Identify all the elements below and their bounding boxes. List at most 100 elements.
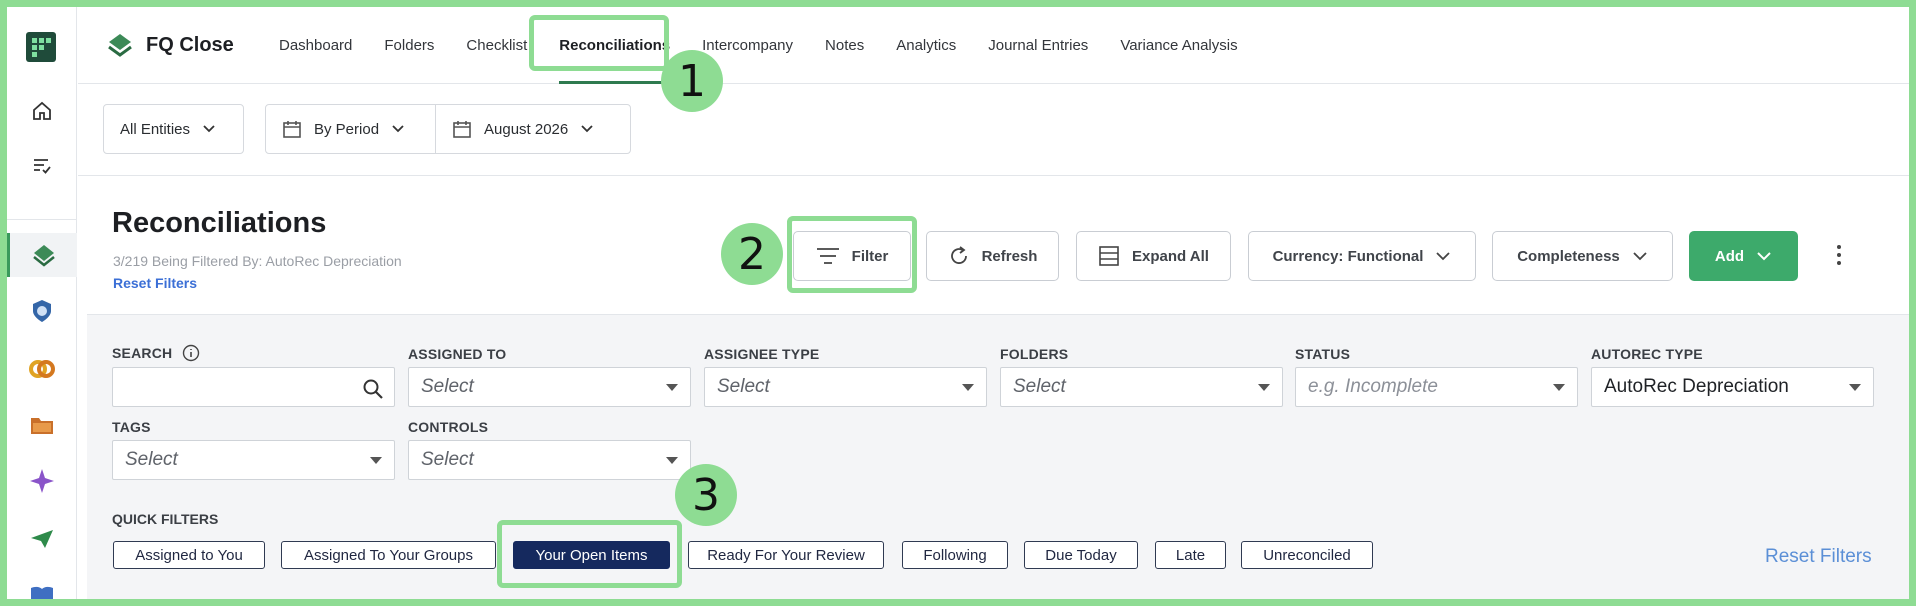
annotation-badge-1: 1 [661,50,723,112]
caret-down-icon [666,457,678,464]
search-icon[interactable] [362,378,384,400]
chevron-down-icon [581,125,593,133]
tab-journal-entries[interactable]: Journal Entries [972,7,1104,84]
annotation-highlight-reconciliations [529,15,669,71]
add-button[interactable]: Add [1689,231,1798,281]
chip-due-today[interactable]: Due Today [1024,541,1138,569]
status-select[interactable]: e.g. Incomplete [1295,367,1578,407]
chevron-down-icon [1757,252,1771,261]
autorec-type-label: AUTOREC TYPE [1591,346,1703,362]
rail-divider [7,219,77,220]
folder-icon[interactable] [7,403,77,447]
search-label: SEARCH [112,344,200,362]
annotation-badge-2: 2 [721,223,783,285]
book-icon[interactable] [7,573,77,606]
refresh-button[interactable]: Refresh [926,231,1059,281]
tags-label: TAGS [112,419,151,435]
tab-dashboard[interactable]: Dashboard [263,7,368,84]
caret-down-icon [1849,384,1861,391]
chevron-down-icon [1633,252,1647,261]
info-icon[interactable] [182,344,200,362]
expand-all-button[interactable]: Expand All [1076,231,1231,281]
completeness-dropdown[interactable]: Completeness [1492,231,1673,281]
more-options-icon[interactable] [1829,237,1849,273]
annotation-highlight-open-items [497,520,682,588]
expand-all-label: Expand All [1132,247,1209,265]
assignee-type-label: ASSIGNEE TYPE [704,346,820,362]
period-mode-label: By Period [314,120,380,138]
tab-analytics[interactable]: Analytics [880,7,972,84]
refresh-button-label: Refresh [981,247,1038,265]
annotation-badge-3: 3 [675,464,737,526]
shield-badge-icon[interactable] [7,289,77,333]
entities-dropdown[interactable]: All Entities [103,104,244,154]
reset-filters-link[interactable]: Reset Filters [113,275,197,291]
page-title: Reconciliations [112,207,327,239]
chip-assigned-to-you[interactable]: Assigned to You [113,541,265,569]
folders-label: FOLDERS [1000,346,1069,362]
brand-name: FQ Close [146,33,234,56]
chevron-down-icon [1436,252,1451,261]
tags-select[interactable]: Select [112,440,395,480]
tab-notes[interactable]: Notes [809,7,880,84]
reset-filters-button[interactable]: Reset Filters [1765,546,1872,568]
chip-unreconciled[interactable]: Unreconciled [1241,541,1373,569]
link-rings-icon[interactable] [7,347,77,391]
controls-label: CONTROLS [408,419,489,435]
paper-plane-icon[interactable] [7,517,77,561]
caret-down-icon [666,384,678,391]
assigned-to-label: ASSIGNED TO [408,346,507,362]
autorec-type-select[interactable]: AutoRec Depreciation [1591,367,1874,407]
assigned-to-select[interactable]: Select [408,367,691,407]
caret-down-icon [1553,384,1565,391]
page-header: Reconciliations 3/219 Being Filtered By:… [78,177,1909,314]
currency-dropdown-label: Currency: Functional [1272,247,1424,265]
assigned-to-placeholder: Select [421,376,474,397]
expand-rows-icon [1099,246,1119,266]
completeness-dropdown-label: Completeness [1517,247,1620,265]
close-module-icon[interactable] [7,233,77,277]
period-bar: All Entities By Period August 2026 [78,84,1909,176]
brand-logo-icon [108,34,132,57]
status-label: STATUS [1295,346,1351,362]
currency-dropdown[interactable]: Currency: Functional [1248,231,1476,281]
task-list-icon[interactable] [7,143,77,187]
filter-summary: 3/219 Being Filtered By: AutoRec Depreci… [113,253,402,269]
calendar-icon [283,121,301,138]
calendar-icon [453,121,471,138]
chip-ready-for-review[interactable]: Ready For Your Review [688,541,884,569]
caret-down-icon [962,384,974,391]
assignee-type-placeholder: Select [717,376,770,397]
folders-select[interactable]: Select [1000,367,1283,407]
home-icon[interactable] [7,89,77,133]
entities-label: All Entities [120,120,191,138]
refresh-icon [950,246,967,264]
chevron-down-icon [203,125,215,133]
app-logo-icon[interactable] [26,32,56,62]
caret-down-icon [1258,384,1270,391]
folders-placeholder: Select [1013,376,1066,397]
tab-folders[interactable]: Folders [368,7,450,84]
tab-variance-analysis[interactable]: Variance Analysis [1104,7,1253,84]
controls-select[interactable]: Select [408,440,691,480]
chip-following[interactable]: Following [902,541,1008,569]
caret-down-icon [370,457,382,464]
chip-late[interactable]: Late [1155,541,1226,569]
top-navigation: FQ Close Dashboard Folders Checklist Rec… [78,7,1909,84]
chip-assigned-to-your-groups[interactable]: Assigned To Your Groups [281,541,496,569]
add-button-label: Add [1714,247,1745,265]
controls-placeholder: Select [421,449,474,470]
nav-tabs: Dashboard Folders Checklist Reconciliati… [263,7,1254,84]
left-rail [7,7,77,605]
period-mode-dropdown[interactable]: By Period [265,104,436,154]
period-dropdown[interactable]: August 2026 [435,104,631,154]
brand[interactable]: FQ Close [106,31,234,59]
autorec-type-value: AutoRec Depreciation [1604,376,1789,397]
assignee-type-select[interactable]: Select [704,367,987,407]
quick-filters-label: QUICK FILTERS [112,511,219,527]
tags-placeholder: Select [125,449,178,470]
search-input[interactable] [112,367,395,407]
chevron-down-icon [392,125,404,133]
annotation-highlight-filter [787,216,917,293]
sparkle-icon[interactable] [7,459,77,503]
